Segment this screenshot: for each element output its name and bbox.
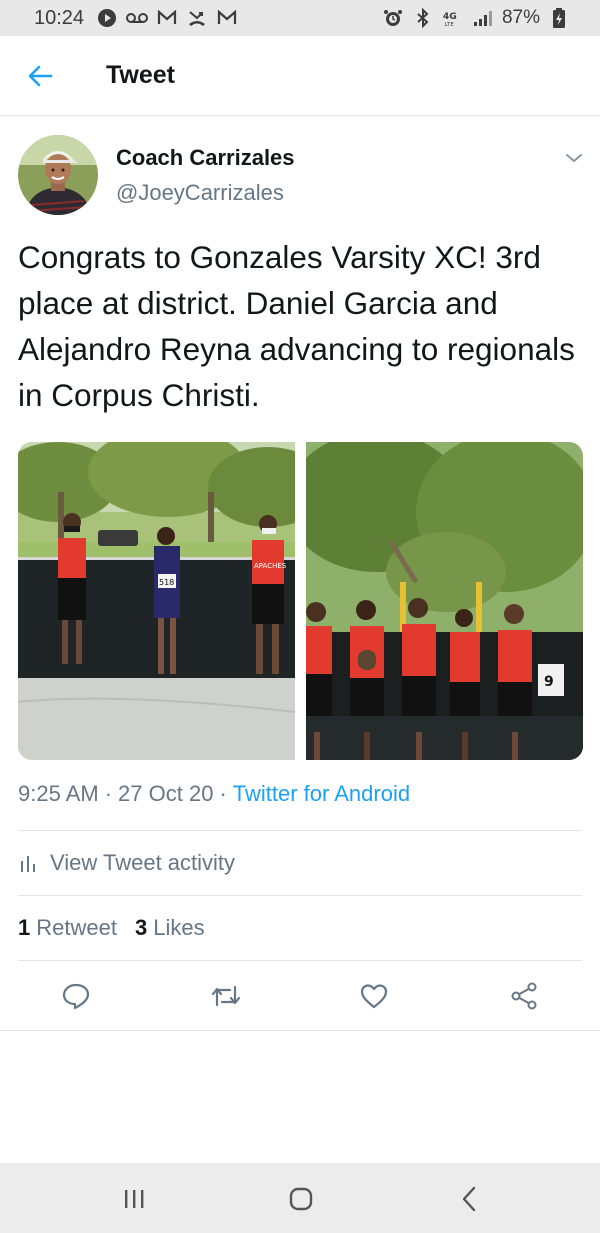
tweet-date: 27 Oct 20	[118, 781, 214, 806]
status-bar: 10:24 4G LTE 87%	[0, 0, 600, 36]
back-nav-button[interactable]	[454, 1183, 486, 1215]
divider	[0, 1030, 600, 1031]
like-button[interactable]	[358, 980, 390, 1012]
divider	[18, 830, 582, 831]
author-text: Coach Carrizales @JoeyCarrizales	[116, 145, 295, 206]
alarm-icon	[382, 7, 404, 29]
home-button[interactable]	[285, 1183, 317, 1215]
photo-left-bib: 518	[159, 578, 174, 587]
tweet-time: 9:25 AM	[18, 781, 99, 806]
system-nav-bar	[0, 1163, 600, 1233]
tweet-source-link[interactable]: Twitter for Android	[233, 781, 410, 807]
retweets-count: 1	[18, 915, 31, 940]
bluetooth-icon	[412, 7, 434, 29]
back-button[interactable]	[0, 36, 80, 116]
author-name[interactable]: Coach Carrizales	[116, 145, 295, 171]
voicemail-icon	[126, 7, 149, 29]
svg-text:LTE: LTE	[445, 22, 455, 28]
share-icon	[511, 982, 537, 1010]
view-tweet-activity-button[interactable]: View Tweet activity	[18, 832, 582, 894]
battery-charging-icon	[548, 7, 570, 29]
photo-right-sign: 9	[544, 674, 554, 690]
likes-stat[interactable]: 3 Likes	[135, 915, 205, 941]
tweet-meta: 9:25 AM · 27 Oct 20 · Twitter for Androi…	[18, 781, 410, 807]
chevron-down-icon	[566, 154, 582, 163]
4g-lte-icon: 4G LTE	[442, 7, 464, 29]
status-right: 4G LTE 87%	[382, 7, 570, 29]
tweet-text: Congrats to Gonzales Varsity XC! 3rd pla…	[18, 239, 575, 413]
meta-separator: ·	[104, 781, 113, 806]
more-options-button[interactable]	[562, 146, 586, 170]
retweet-icon	[211, 985, 241, 1007]
recent-apps-icon	[125, 1190, 144, 1208]
photo-left[interactable]: 518 APACHES	[18, 442, 295, 760]
tweet-actions	[0, 962, 600, 1030]
reply-button[interactable]	[60, 980, 92, 1012]
photo-right[interactable]: 9	[306, 442, 583, 760]
analytics-icon	[21, 856, 35, 872]
gmail-icon	[156, 7, 178, 29]
chevron-left-icon	[462, 1186, 476, 1212]
status-left: 10:24	[34, 7, 238, 30]
page-title: Tweet	[106, 61, 175, 89]
status-time: 10:24	[34, 6, 85, 29]
likes-label: Likes	[153, 915, 205, 940]
back-arrow-icon	[28, 65, 53, 86]
avatar[interactable]	[18, 135, 98, 215]
app-header: Tweet	[0, 36, 600, 116]
share-button[interactable]	[508, 980, 540, 1012]
home-icon	[289, 1187, 313, 1211]
divider	[18, 960, 582, 961]
meta-separator: ·	[219, 781, 227, 806]
svg-text:4G: 4G	[443, 11, 457, 22]
tweet-author: Coach Carrizales @JoeyCarrizales	[18, 134, 588, 216]
retweets-label: Retweet	[36, 915, 117, 940]
retweets-stat[interactable]: 1 Retweet	[18, 915, 117, 941]
author-handle[interactable]: @JoeyCarrizales	[116, 180, 295, 206]
recent-apps-button[interactable]	[118, 1183, 150, 1215]
reply-icon	[62, 983, 90, 1010]
tweet-stats: 1 Retweet 3 Likes	[18, 896, 582, 960]
gmail-icon	[216, 7, 238, 29]
tweet-media: 518 APACHES 9	[18, 442, 583, 760]
retweet-button[interactable]	[210, 980, 242, 1012]
photo-left-jersey: APACHES	[254, 562, 287, 570]
play-icon	[96, 7, 118, 29]
battery-level: 87%	[501, 7, 540, 28]
activity-label: View Tweet activity	[50, 850, 236, 875]
like-icon	[360, 984, 388, 1009]
missed-call-icon	[186, 7, 208, 29]
signal-icon	[472, 7, 494, 29]
likes-count: 3	[134, 915, 148, 940]
